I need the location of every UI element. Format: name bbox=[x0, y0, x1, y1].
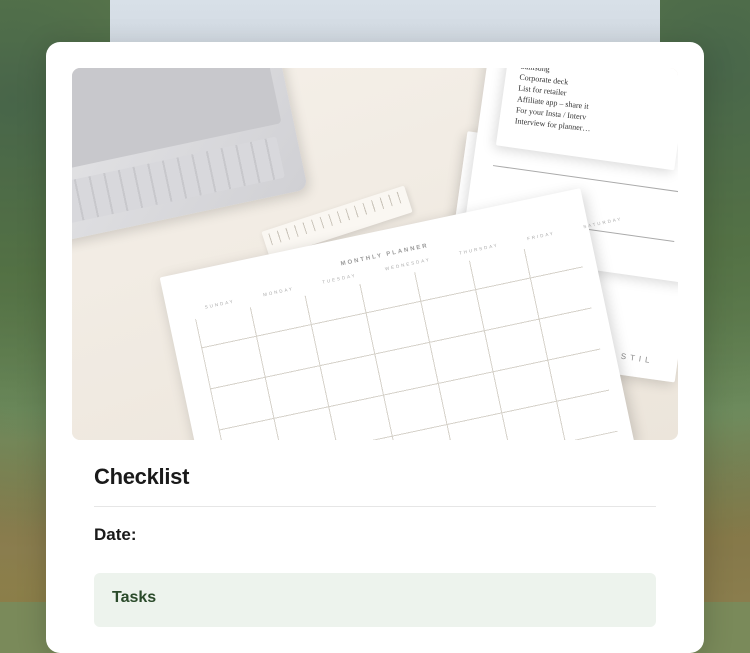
desk-scene: STIL PlannerYoutubeSamsungCorporate deck… bbox=[72, 68, 678, 440]
cover-image: STIL PlannerYoutubeSamsungCorporate deck… bbox=[72, 68, 678, 440]
planner-grid-graphic bbox=[195, 238, 618, 440]
handwriting-graphic: PlannerYoutubeSamsungCorporate deckList … bbox=[514, 68, 674, 142]
document-card: STIL PlannerYoutubeSamsungCorporate deck… bbox=[46, 42, 704, 653]
notebook-brand: STIL bbox=[620, 352, 654, 365]
tasks-heading: Tasks bbox=[112, 589, 638, 607]
page-title[interactable]: Checklist bbox=[94, 464, 656, 490]
date-field-label[interactable]: Date: bbox=[94, 525, 656, 545]
laptop-graphic bbox=[72, 68, 308, 243]
divider bbox=[94, 506, 656, 507]
document-content: Checklist Date: Tasks bbox=[72, 464, 678, 627]
laptop-keyboard-graphic bbox=[72, 136, 285, 223]
monthly-planner-graphic: MONTHLY PLANNER SUNDAY MONDAY TUESDAY WE… bbox=[160, 188, 635, 440]
tasks-callout[interactable]: Tasks bbox=[94, 573, 656, 627]
